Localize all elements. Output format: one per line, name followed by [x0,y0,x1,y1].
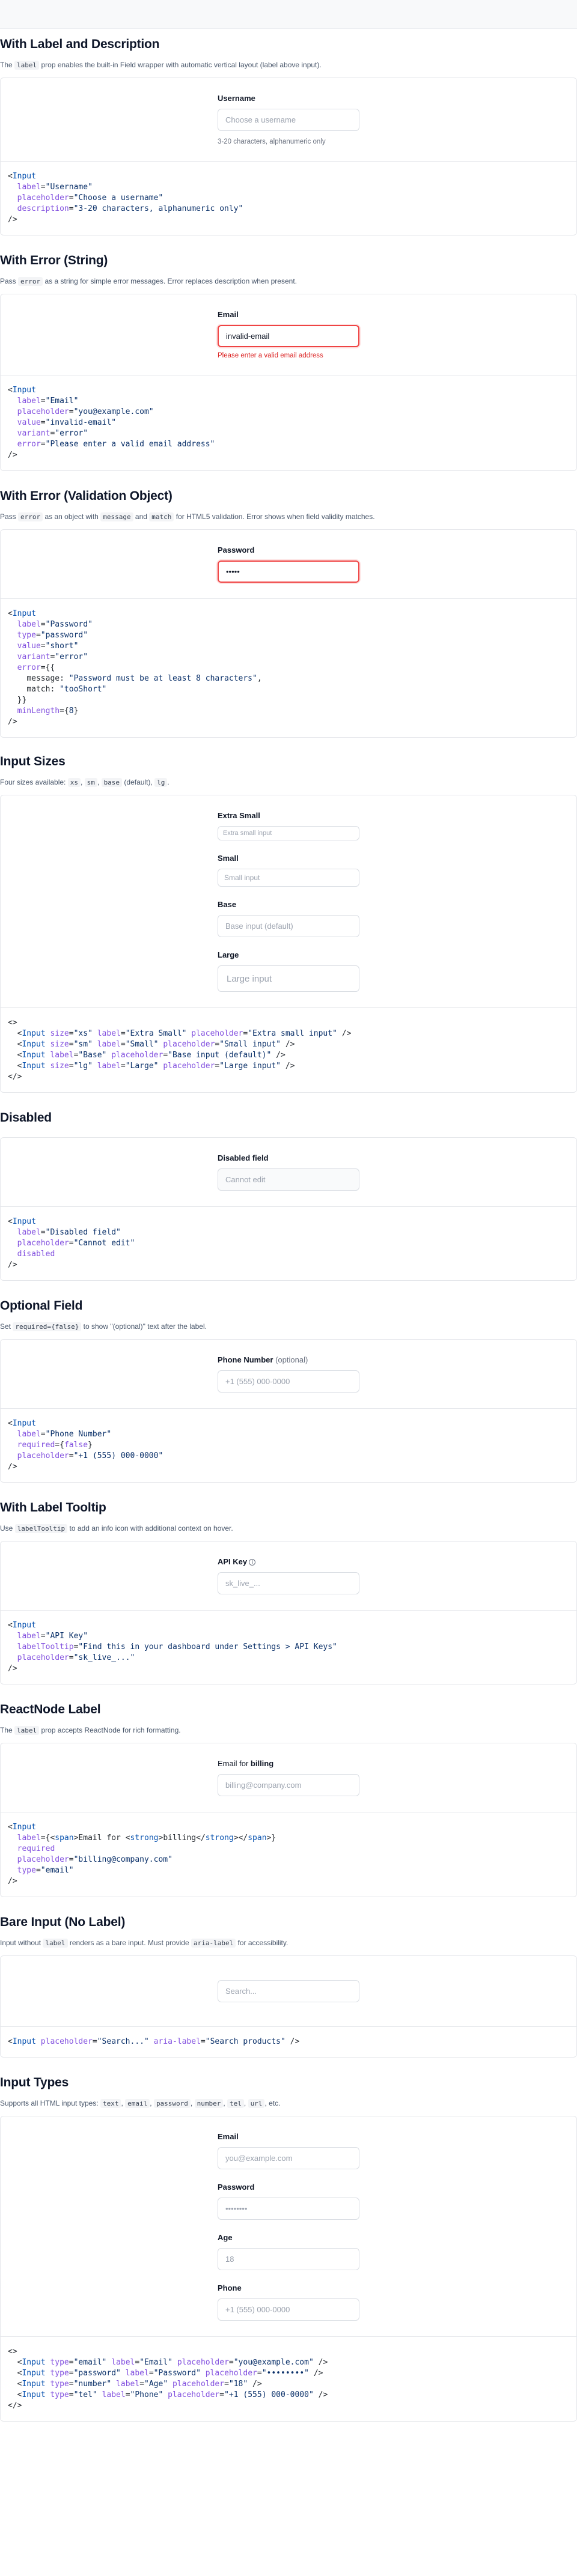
section-description: Four sizes available: xs, sm, base (defa… [0,778,169,787]
lg-label: Large [218,950,239,959]
code-sample: <Input label={<span>Email for <strong>bi… [8,1823,276,1886]
preview-area: Username Choose a username 3-20 characte… [1,78,576,162]
example-card: Password ••••• <Input label="Password" t… [0,529,577,738]
email-label: Email [218,310,239,319]
section-title: With Label Tooltip [0,1501,106,1514]
search-input[interactable]: Search... [218,1980,359,2002]
password-label: Password [218,545,255,554]
xs-label: Extra Small [218,811,260,820]
preview-area: API Key i sk_live_... [1,1542,576,1611]
section-label-description: With Label and Description The label pro… [0,37,577,235]
code-sample: <Input label="Username" placeholder="Cho… [8,172,243,224]
section-description: Input without label renders as a bare in… [0,1939,288,1948]
section-bare-input: Bare Input (No Label) Input without labe… [0,1915,577,2058]
preview-area: Search... [1,1956,576,2027]
password-type-label: Password [218,2183,255,2192]
section-error-string: With Error (String) Pass error as a stri… [0,254,577,471]
username-input[interactable]: Choose a username [218,109,359,131]
password-type-input[interactable]: •••••••• [218,2198,359,2220]
code-sample: <Input label="Phone Number" required={fa… [8,1419,163,1471]
phone-input[interactable]: +1 (555) 000-0000 [218,1370,359,1393]
example-card: Username Choose a username 3-20 characte… [0,77,577,235]
section-title: Input Types [0,2076,69,2089]
code-sample: <Input label="Disabled field" placeholde… [8,1217,135,1269]
username-label: Username [218,94,255,103]
section-input-sizes: Input Sizes Four sizes available: xs, sm… [0,755,577,1093]
base-input[interactable]: Base input (default) [218,915,359,937]
section-title: Input Sizes [0,755,66,768]
section-label-tooltip: With Label Tooltip Use labelTooltip to a… [0,1501,577,1684]
section-error-object: With Error (Validation Object) Pass erro… [0,489,577,738]
section-description: Pass error as a string for simple error … [0,277,297,286]
email-type-label: Email [218,2132,239,2141]
section-title: Bare Input (No Label) [0,1915,126,1929]
disabled-label: Disabled field [218,1153,269,1162]
section-title: With Error (Validation Object) [0,489,172,503]
xs-input[interactable]: Extra small input [218,826,359,840]
top-band [0,0,577,29]
optional-indicator: (optional) [275,1355,308,1364]
preview-area: Phone Number (optional) +1 (555) 000-000… [1,1340,576,1409]
section-description: Pass error as an object with message and… [0,512,375,521]
section-description: The label prop enables the built-in Fiel… [0,61,322,70]
info-icon[interactable]: i [249,1559,256,1566]
code-sample: <Input placeholder="Search..." aria-labe… [8,2037,300,2046]
code-sample: <> <Input type="email" label="Email" pla… [8,2347,328,2410]
base-label: Base [218,900,237,909]
preview-area: Disabled field Cannot edit [1,1138,576,1207]
preview-area: Extra Small Extra small input Small Smal… [1,795,576,1008]
example-card: Email for billing billing@company.com <I… [0,1743,577,1897]
section-input-types: Input Types Supports all HTML input type… [0,2076,577,2422]
phone-type-label: Phone [218,2283,242,2292]
age-label: Age [218,2233,233,2242]
sm-label: Small [218,854,239,863]
example-card: API Key i sk_live_... <Input label="API K… [0,1541,577,1684]
section-description: The label prop accepts ReactNode for ric… [0,1726,181,1735]
preview-area: Email you@example.com Password •••••••• … [1,2116,576,2337]
api-key-label: API Key i [218,1557,359,1566]
section-title: With Label and Description [0,37,160,51]
code-sample: <> <Input size="xs" label="Extra Small" … [8,1018,352,1081]
section-disabled: Disabled Disabled field Cannot edit <Inp… [0,1111,577,1281]
example-card: Disabled field Cannot edit <Input label=… [0,1137,577,1281]
example-card: Email invalid-email Please enter a valid… [0,294,577,471]
code-sample: <Input label="API Key" labelTooltip="Fin… [8,1621,337,1673]
section-title: ReactNode Label [0,1703,101,1716]
sm-input[interactable]: Small input [218,869,359,887]
section-description: Set required={false} to show "(optional)… [0,1322,207,1331]
phone-type-input[interactable]: +1 (555) 000-0000 [218,2298,359,2321]
section-description: Use labelTooltip to add an info icon wit… [0,1524,233,1533]
username-description: 3-20 characters, alphanumeric only [218,138,326,145]
section-optional: Optional Field Set required={false} to s… [0,1299,577,1483]
email-input[interactable]: invalid-email [218,325,359,347]
example-card: Email you@example.com Password •••••••• … [0,2116,577,2422]
lg-input[interactable]: Large input [218,965,359,992]
password-input[interactable]: ••••• [218,560,359,583]
section-title: With Error (String) [0,254,108,267]
preview-area: Email for billing billing@company.com [1,1743,576,1812]
code-sample: <Input label="Email" placeholder="you@ex… [8,386,215,460]
example-card: Phone Number (optional) +1 (555) 000-000… [0,1339,577,1483]
age-input[interactable]: 18 [218,2248,359,2270]
email-error-message: Please enter a valid email address [218,352,323,359]
phone-label: Phone Number (optional) [218,1355,308,1364]
billing-email-input[interactable]: billing@company.com [218,1774,359,1796]
example-card: Extra Small Extra small input Small Smal… [0,795,577,1093]
preview-area: Password ••••• [1,530,576,599]
preview-area: Email invalid-email Please enter a valid… [1,294,576,375]
disabled-input: Cannot edit [218,1168,359,1191]
section-title: Optional Field [0,1299,83,1313]
billing-email-label: Email for billing [218,1759,274,1768]
section-description: Supports all HTML input types: text, ema… [0,2099,281,2108]
section-title: Disabled [0,1111,52,1125]
email-type-input[interactable]: you@example.com [218,2147,359,2169]
example-card: Search... <Input placeholder="Search..."… [0,1955,577,2058]
code-sample: <Input label="Password" type="password" … [8,609,262,726]
api-key-input[interactable]: sk_live_... [218,1572,359,1594]
section-reactnode-label: ReactNode Label The label prop accepts R… [0,1703,577,1897]
